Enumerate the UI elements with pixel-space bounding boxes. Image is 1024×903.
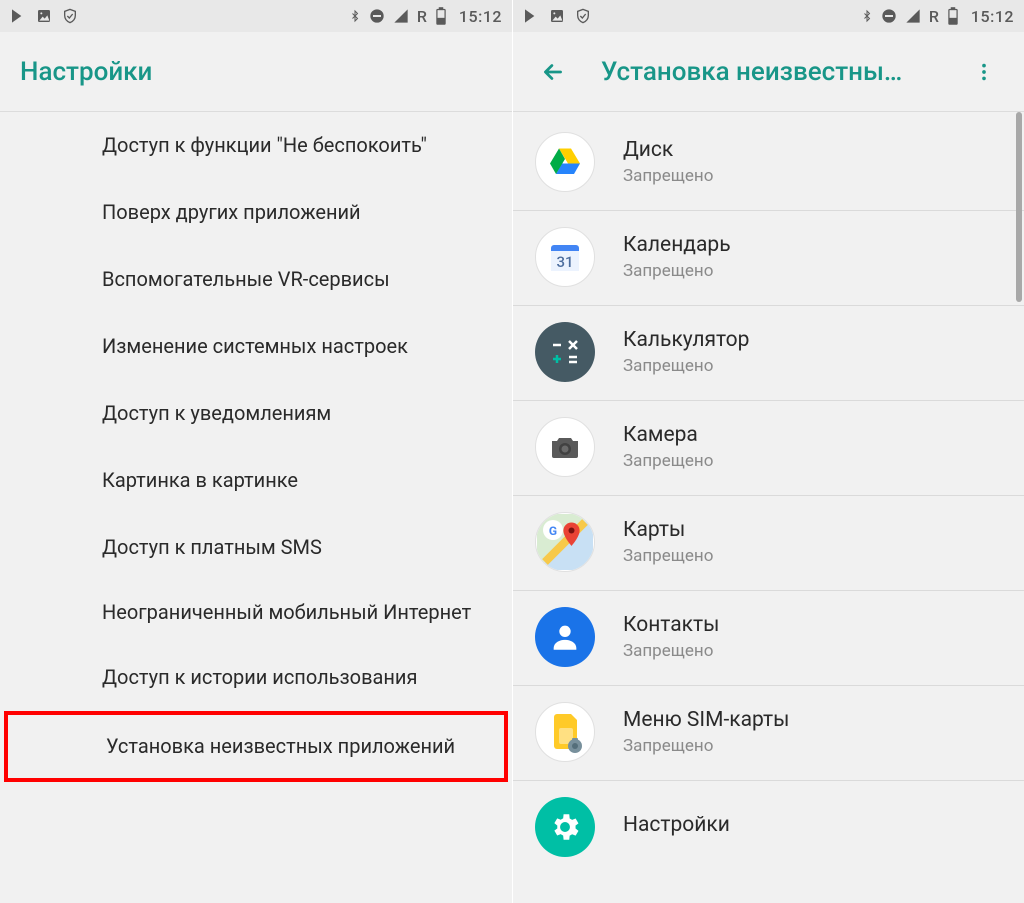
battery-icon: [947, 7, 959, 25]
phone-left: R 15:12 Настройки Доступ к функции "Не б…: [0, 0, 512, 903]
page-title: Настройки: [20, 57, 152, 87]
setting-modify-system[interactable]: Изменение системных настроек: [0, 313, 512, 380]
app-row-calendar[interactable]: 31 Календарь Запрещено: [513, 211, 1024, 306]
status-time: 15:12: [971, 7, 1014, 26]
gallery-icon: [36, 8, 52, 24]
setting-draw-over[interactable]: Поверх других приложений: [0, 179, 512, 246]
shield-icon: [575, 7, 591, 25]
app-row-calculator[interactable]: Калькулятор Запрещено: [513, 306, 1024, 401]
app-name: Карты: [623, 518, 713, 542]
setting-unrestricted-data[interactable]: Неограниченный мобильный Интернет: [0, 581, 512, 644]
status-time: 15:12: [459, 7, 502, 26]
app-status: Запрещено: [623, 261, 731, 281]
svg-text:G: G: [549, 524, 557, 538]
app-status: Запрещено: [623, 356, 749, 376]
app-name: Меню SIM-карты: [623, 708, 789, 732]
dnd-icon: [369, 8, 385, 24]
signal-icon: [905, 8, 921, 24]
setting-notification-access[interactable]: Доступ к уведомлениям: [0, 380, 512, 447]
app-name: Калькулятор: [623, 328, 749, 352]
setting-vr-helpers[interactable]: Вспомогательные VR-сервисы: [0, 246, 512, 313]
calendar-icon: 31: [535, 227, 595, 287]
maps-icon: G: [535, 512, 595, 572]
svg-text:31: 31: [556, 253, 573, 271]
calculator-icon: [535, 322, 595, 382]
app-status: Запрещено: [623, 736, 789, 756]
app-row-sim[interactable]: Меню SIM-карты Запрещено: [513, 686, 1024, 781]
app-status: Запрещено: [623, 546, 713, 566]
play-store-icon: [10, 8, 26, 24]
app-name: Камера: [623, 423, 713, 447]
app-row-contacts[interactable]: Контакты Запрещено: [513, 591, 1024, 686]
app-row-maps[interactable]: G Карты Запрещено: [513, 496, 1024, 591]
app-status: Запрещено: [623, 451, 713, 471]
roaming-indicator: R: [929, 7, 939, 26]
bluetooth-icon: [349, 7, 361, 25]
page-title: Установка неизвестны…: [601, 57, 964, 87]
app-row-camera[interactable]: Камера Запрещено: [513, 401, 1024, 496]
settings-list[interactable]: Доступ к функции "Не беспокоить" Поверх …: [0, 112, 512, 903]
drive-icon: [535, 132, 595, 192]
setting-usage-access[interactable]: Доступ к истории использования: [0, 644, 512, 711]
app-name: Настройки: [623, 813, 730, 837]
gallery-icon: [549, 8, 565, 24]
shield-icon: [62, 7, 78, 25]
app-status: Запрещено: [623, 641, 719, 661]
roaming-indicator: R: [417, 7, 427, 26]
phone-right: R 15:12 Установка неизвестны… Диск Запре…: [512, 0, 1024, 903]
camera-icon: [535, 417, 595, 477]
play-store-icon: [523, 8, 539, 24]
contacts-icon: [535, 607, 595, 667]
app-name: Диск: [623, 138, 713, 162]
app-status: Запрещено: [623, 166, 713, 186]
bluetooth-icon: [861, 7, 873, 25]
battery-icon: [435, 7, 447, 25]
status-bar: R 15:12: [0, 0, 512, 32]
app-list[interactable]: Диск Запрещено 31 Календарь Запрещено Ка…: [513, 112, 1024, 903]
overflow-menu-button[interactable]: [964, 52, 1004, 92]
app-name: Контакты: [623, 613, 719, 637]
status-bar: R 15:12: [513, 0, 1024, 32]
back-button[interactable]: [533, 52, 573, 92]
scrollbar[interactable]: [1016, 112, 1022, 302]
setting-dnd-access[interactable]: Доступ к функции "Не беспокоить": [0, 112, 512, 179]
setting-pip[interactable]: Картинка в картинке: [0, 447, 512, 514]
app-row-drive[interactable]: Диск Запрещено: [513, 116, 1024, 211]
settings-icon: [535, 797, 595, 857]
app-bar-left: Настройки: [0, 32, 512, 112]
app-name: Календарь: [623, 233, 731, 257]
signal-icon: [393, 8, 409, 24]
dnd-icon: [881, 8, 897, 24]
sim-icon: [535, 702, 595, 762]
setting-premium-sms[interactable]: Доступ к платным SMS: [0, 514, 512, 581]
setting-install-unknown[interactable]: Установка неизвестных приложений: [4, 711, 508, 782]
app-row-settings[interactable]: Настройки: [513, 781, 1024, 865]
app-bar-right: Установка неизвестны…: [513, 32, 1024, 112]
